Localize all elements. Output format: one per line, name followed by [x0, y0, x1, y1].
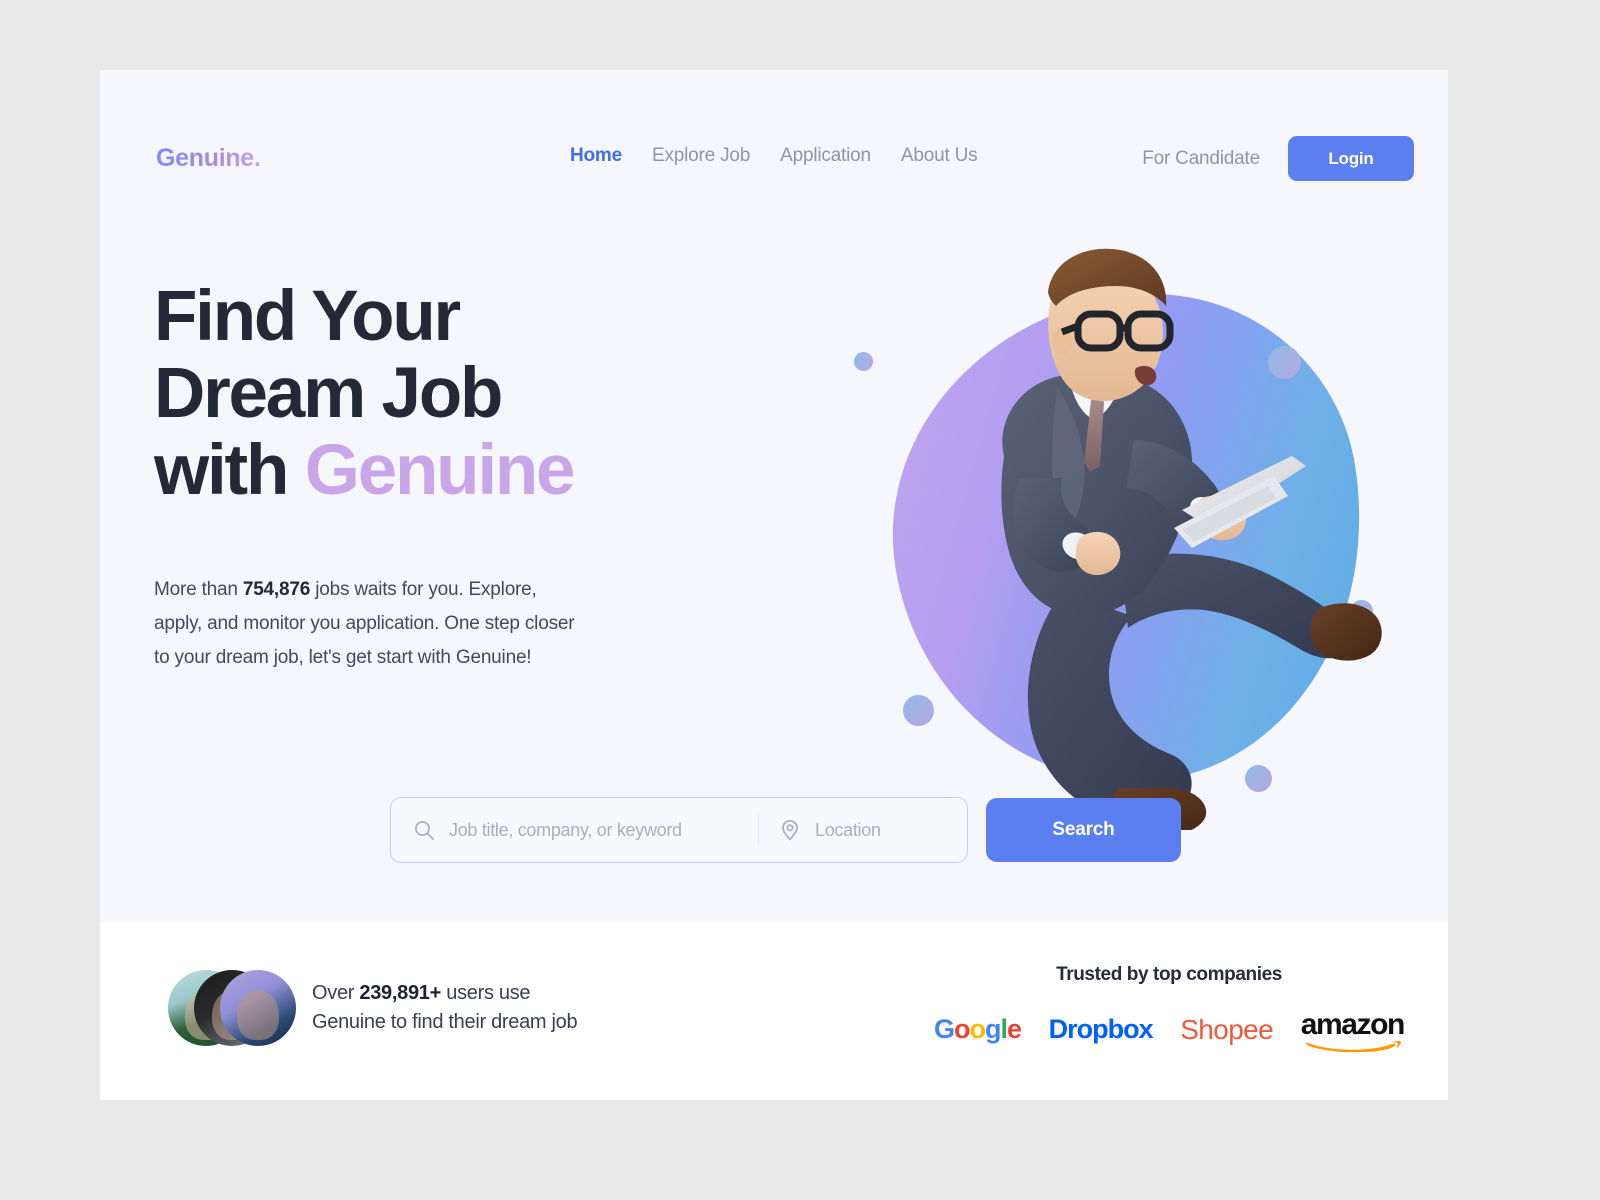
- job-count: 754,876: [242, 579, 311, 600]
- headline-brand-accent: Genuine: [304, 431, 576, 510]
- social-proof-suffix: users use: [440, 982, 531, 1004]
- headline-line-2: Dream Job: [154, 354, 503, 433]
- amazon-wordmark: amazon: [1300, 1008, 1406, 1041]
- trusted-by-section: Trusted by top companies Google Dropbox …: [934, 964, 1406, 1052]
- amazon-swoosh-icon: [1305, 1041, 1401, 1052]
- search-input[interactable]: [447, 818, 758, 842]
- page-title: Find Your Dream Job with Genuine: [154, 278, 714, 509]
- hero-copy: Find Your Dream Job with Genuine More th…: [154, 278, 714, 675]
- social-proof-line-2: Genuine to find their dream job: [312, 1011, 578, 1033]
- social-proof: Over 239,891+ users use Genuine to find …: [168, 970, 578, 1046]
- google-logo: Google: [934, 1014, 1022, 1044]
- nav-item-about-us[interactable]: About Us: [901, 145, 978, 167]
- job-search-bar: Search: [390, 797, 1181, 863]
- headline-line-3-prefix: with: [154, 431, 305, 510]
- header-actions: For Candidate Login: [1142, 136, 1414, 181]
- nav-item-application[interactable]: Application: [780, 145, 871, 167]
- social-proof-text: Over 239,891+ users use Genuine to find …: [296, 979, 578, 1037]
- for-candidate-link[interactable]: For Candidate: [1142, 148, 1260, 170]
- nav-item-explore-job[interactable]: Explore Job: [652, 145, 750, 167]
- page-canvas: Genuine. Home Explore Job Application Ab…: [100, 70, 1448, 1100]
- subcopy-prefix: More than: [154, 579, 243, 600]
- company-logos: Google Dropbox Shopee amazon: [934, 986, 1406, 1052]
- social-proof-prefix: Over: [312, 982, 360, 1004]
- login-button[interactable]: Login: [1288, 136, 1414, 181]
- amazon-logo: amazon: [1300, 1008, 1406, 1052]
- location-input[interactable]: [813, 818, 967, 842]
- main-navigation: Home Explore Job Application About Us: [570, 145, 978, 167]
- user-avatar-group: [168, 970, 296, 1046]
- bottom-bar: Over 239,891+ users use Genuine to find …: [100, 922, 1448, 1100]
- shopee-logo: Shopee: [1180, 1013, 1274, 1045]
- location-field[interactable]: [759, 798, 967, 862]
- dropbox-logo: Dropbox: [1048, 1014, 1154, 1044]
- search-fields-container: [390, 797, 968, 863]
- nav-item-home[interactable]: Home: [570, 145, 622, 167]
- avatar: [220, 970, 296, 1046]
- hero-subcopy: More than 754,876 jobs waits for you. Ex…: [154, 509, 584, 675]
- hero-section: Genuine. Home Explore Job Application Ab…: [100, 70, 1448, 922]
- location-pin-icon: [777, 817, 803, 843]
- search-button[interactable]: Search: [986, 798, 1181, 862]
- search-icon: [411, 817, 437, 843]
- user-count: 239,891+: [359, 982, 441, 1004]
- hero-illustration: [790, 210, 1410, 830]
- job-query-field[interactable]: [391, 798, 758, 862]
- brand-logo[interactable]: Genuine.: [156, 144, 261, 173]
- businessman-with-laptop-illustration: [1001, 248, 1382, 830]
- headline-line-1: Find Your: [154, 277, 461, 356]
- trusted-by-title: Trusted by top companies: [1056, 964, 1282, 985]
